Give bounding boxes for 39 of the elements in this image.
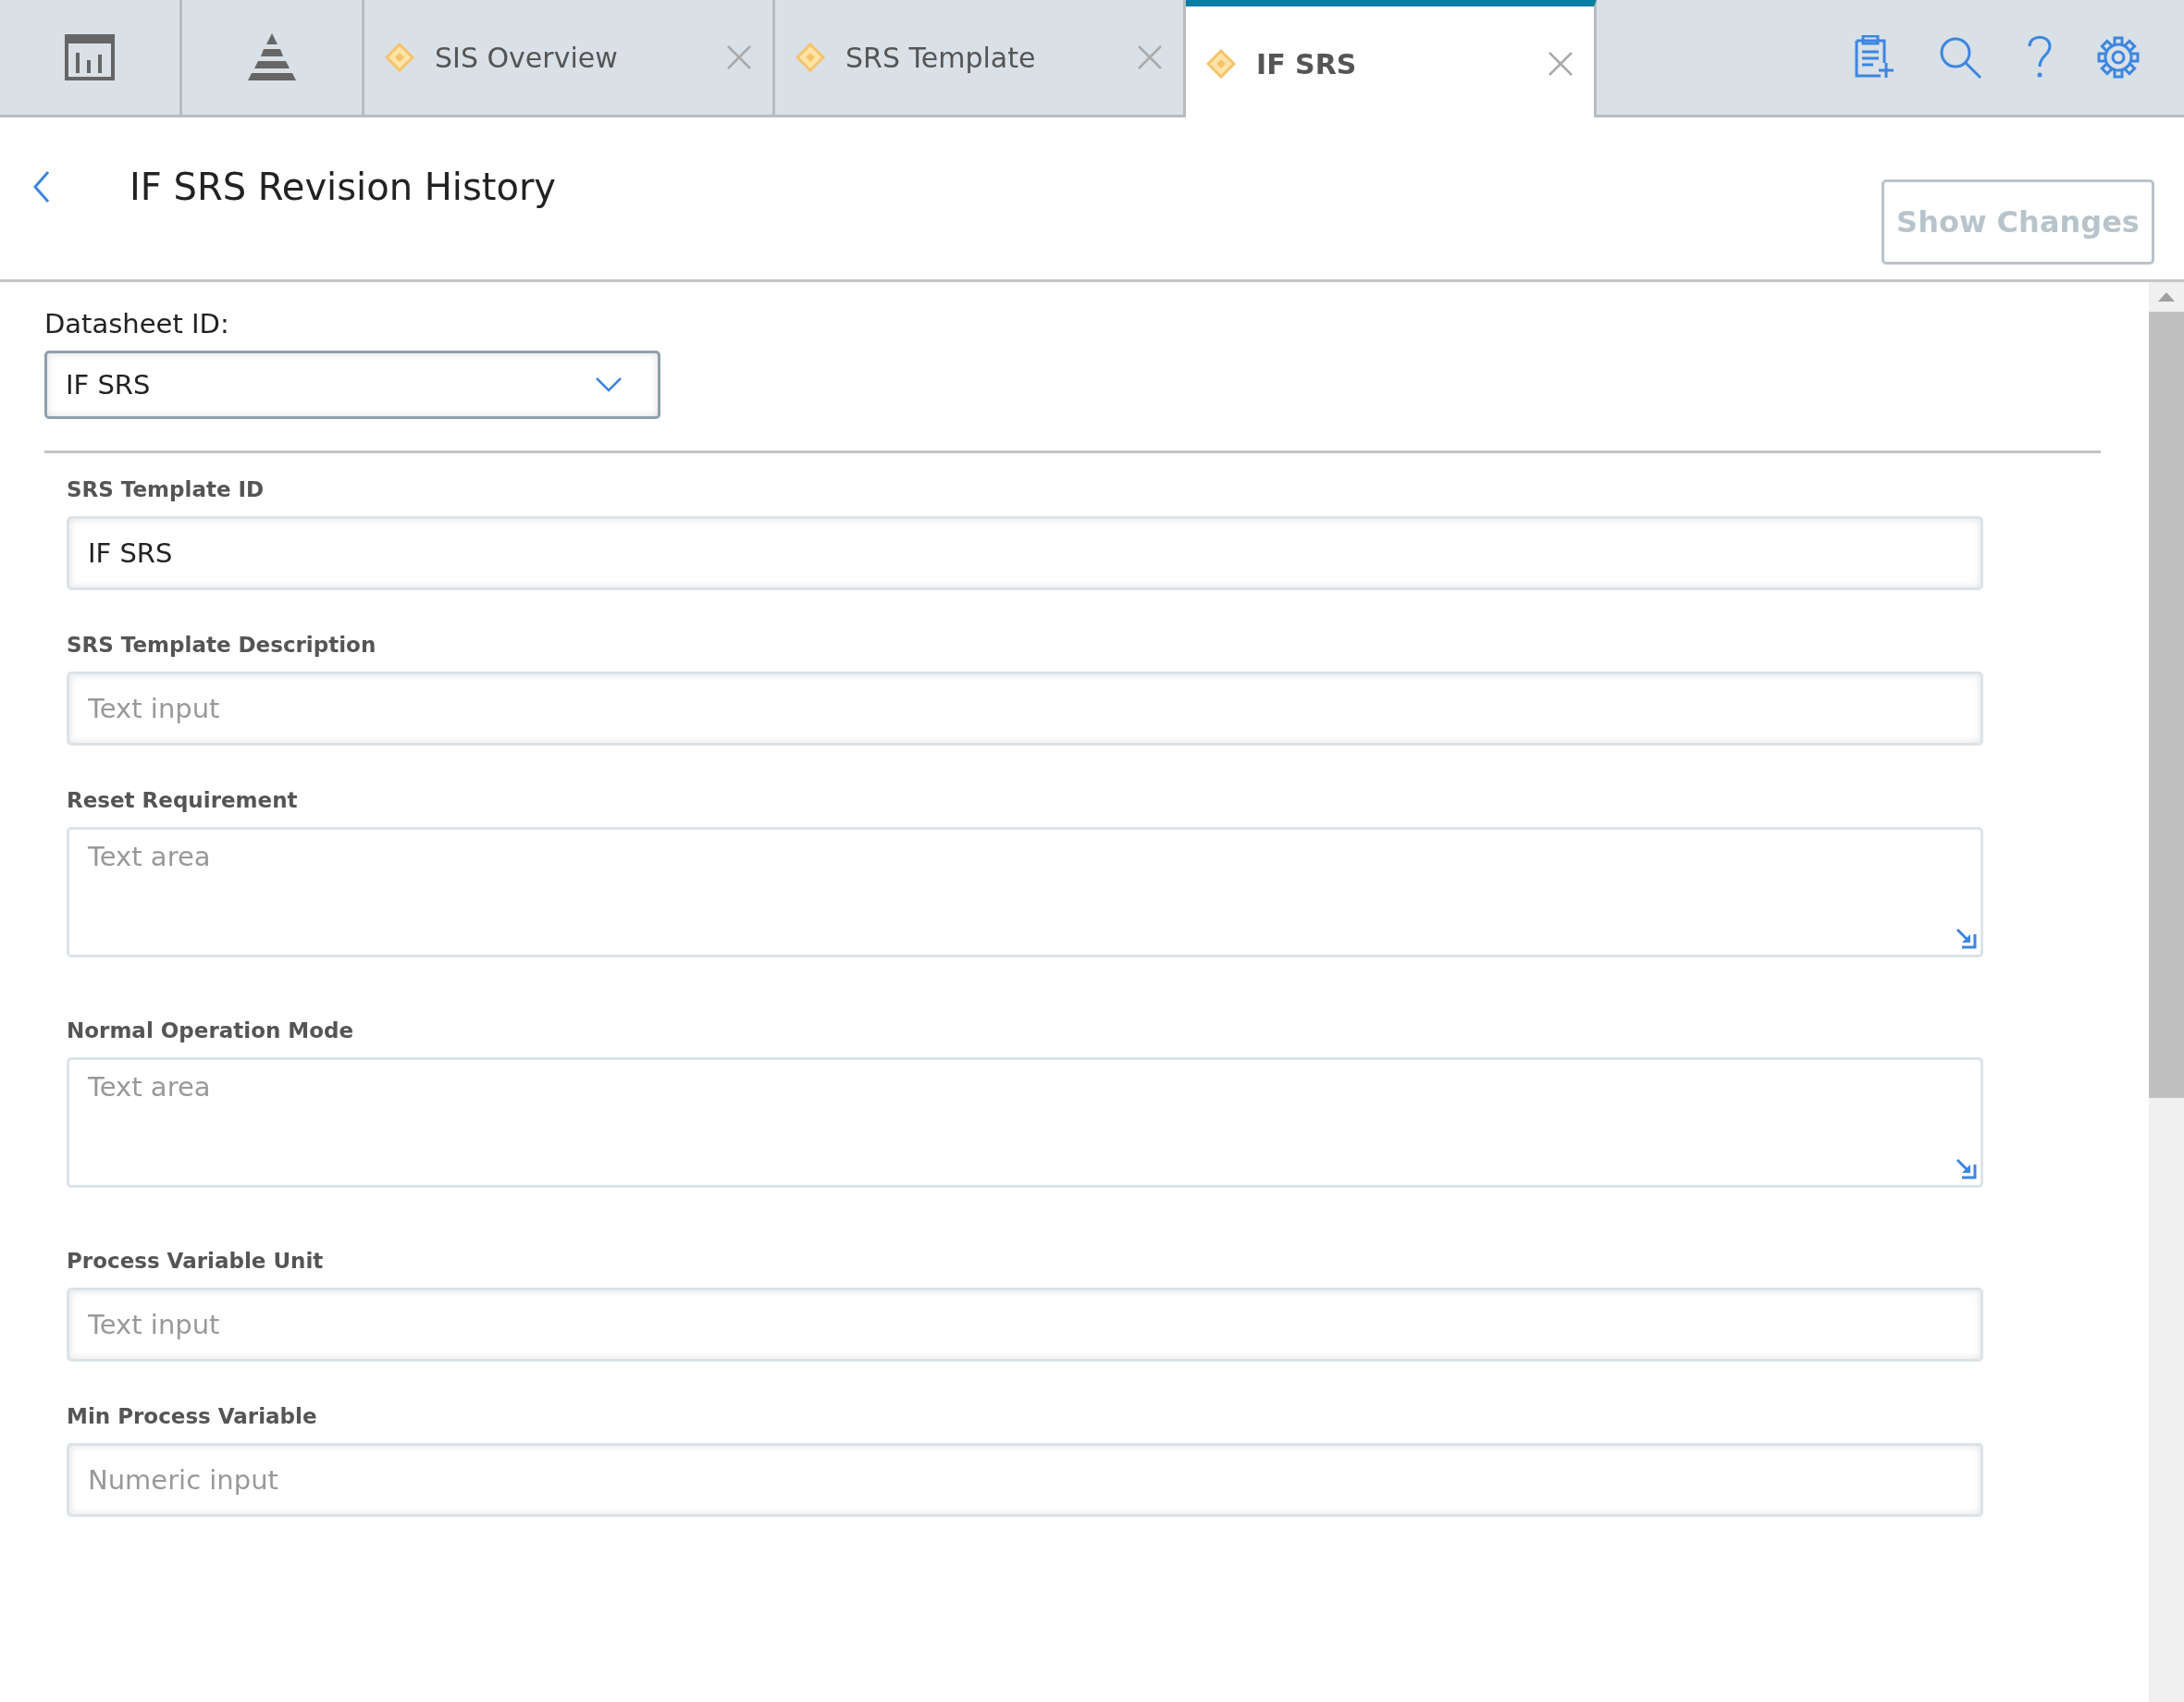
text-field[interactable]: Text input bbox=[67, 1288, 1983, 1362]
field-label: SRS Template Description bbox=[67, 633, 377, 657]
text-area[interactable]: Text area bbox=[67, 1057, 1983, 1188]
tab-label: IF SRS bbox=[1256, 47, 1358, 80]
diamond-icon bbox=[385, 43, 414, 72]
scroll-up-icon[interactable] bbox=[2157, 291, 2176, 302]
resize-icon[interactable] bbox=[1956, 1159, 1977, 1179]
tab[interactable]: SIS Overview bbox=[364, 0, 775, 115]
tab-label: SRS Template bbox=[845, 41, 1037, 74]
tab[interactable]: IF SRS bbox=[1186, 0, 1597, 117]
clipboard-add-icon[interactable] bbox=[1853, 35, 1894, 80]
tab-label: SIS Overview bbox=[435, 41, 619, 74]
text-field[interactable]: IF SRS bbox=[67, 516, 1983, 590]
pyramid-icon bbox=[246, 33, 298, 81]
diamond-icon bbox=[796, 43, 825, 72]
scrollbar-thumb[interactable] bbox=[2149, 312, 2184, 1098]
chart-icon bbox=[65, 34, 115, 80]
field-label: Datasheet ID: bbox=[44, 308, 230, 339]
datasheet-dropdown[interactable]: IF SRS bbox=[44, 351, 660, 419]
field-label: Min Process Variable bbox=[67, 1404, 318, 1428]
scrollbar[interactable] bbox=[2149, 282, 2184, 1702]
close-icon[interactable] bbox=[1548, 51, 1573, 77]
settings-icon[interactable] bbox=[2097, 36, 2140, 79]
help-icon[interactable] bbox=[2027, 35, 2053, 80]
close-icon[interactable] bbox=[1137, 44, 1163, 70]
chevron-down-icon bbox=[595, 376, 623, 393]
dropdown-value: IF SRS bbox=[66, 369, 151, 401]
page-title: IF SRS Revision History bbox=[130, 165, 557, 208]
close-icon[interactable] bbox=[726, 44, 752, 70]
field-label: Process Variable Unit bbox=[67, 1249, 325, 1273]
text-area[interactable]: Text area bbox=[67, 827, 1983, 957]
text-field[interactable]: Numeric input bbox=[67, 1443, 1983, 1517]
resize-icon[interactable] bbox=[1956, 929, 1977, 949]
diamond-icon bbox=[1206, 49, 1236, 79]
field-label: SRS Template ID bbox=[67, 477, 265, 501]
field-label: Normal Operation Mode bbox=[67, 1018, 355, 1042]
search-icon[interactable] bbox=[1938, 35, 1982, 80]
text-field[interactable]: Text input bbox=[67, 672, 1983, 746]
field-label: Reset Requirement bbox=[67, 788, 299, 812]
